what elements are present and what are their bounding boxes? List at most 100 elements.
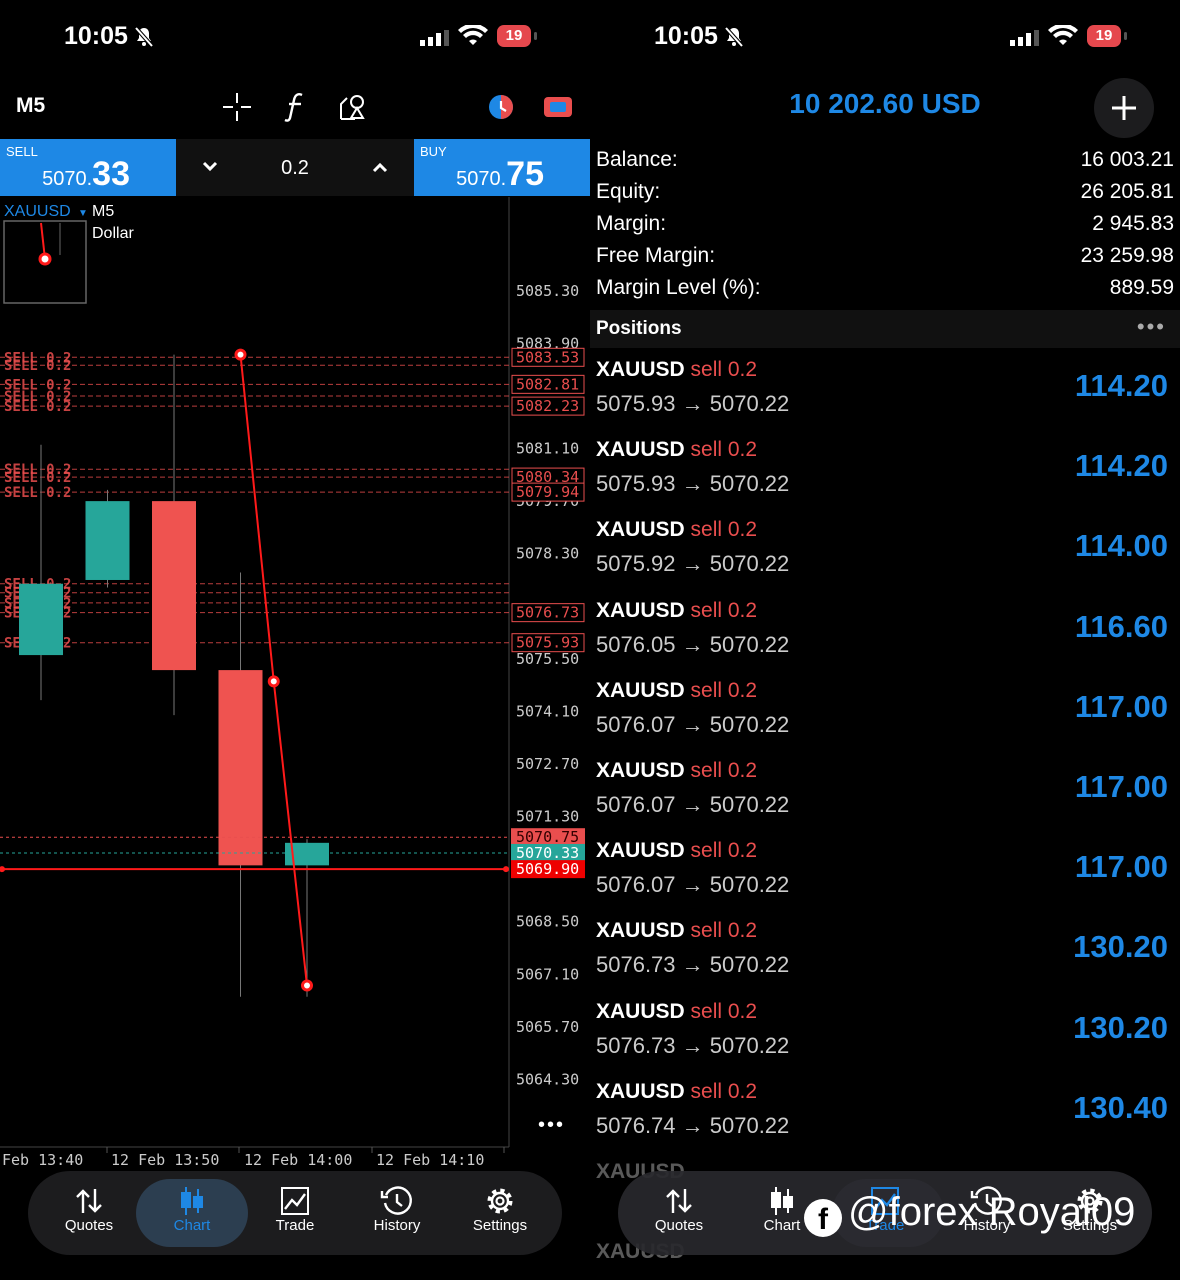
chart-screen: 10:05 19 M5 SELL 5070.33 0.2 BUY 5070.75… (0, 0, 590, 1280)
x-tick-label: 12 Feb 13:50 (111, 1151, 219, 1169)
volume-control: 0.2 (176, 139, 414, 196)
nav-quotes[interactable]: Quotes (37, 1185, 141, 1234)
nav-chart[interactable]: Chart (140, 1185, 244, 1234)
trade-panel-icon[interactable] (542, 92, 574, 122)
wifi-icon (458, 25, 488, 45)
one-click-trading-icon[interactable] (486, 92, 516, 122)
position-row[interactable]: XAUUSD sell 0.2 5075.93 → 5070.22 114.20 (596, 358, 1174, 438)
position-row[interactable]: XAUUSD sell 0.2 5076.74 → 5070.22 130.40 (596, 1080, 1174, 1160)
sell-price: 5070.33 (42, 155, 130, 193)
volume-increase-icon[interactable] (372, 161, 388, 173)
crosshair-icon[interactable] (222, 92, 252, 122)
nav-chart-label: Chart (763, 1217, 801, 1234)
summary-row: Margin Level (%): 889.59 (596, 276, 1174, 300)
position-symbol: XAUUSD sell 0.2 (596, 759, 758, 782)
summary-row: Equity: 26 205.81 (596, 180, 1174, 204)
candle-body[interactable] (19, 583, 63, 656)
buy-price: 5070.75 (456, 155, 544, 193)
candle-body[interactable] (218, 670, 263, 866)
position-profit: 130.20 (1073, 1009, 1168, 1045)
chart-more-icon[interactable]: ••• (538, 1114, 565, 1136)
position-symbol: XAUUSD sell 0.2 (596, 919, 758, 943)
trend-line-point[interactable] (267, 675, 280, 688)
summary-value: 26 205.81 (1080, 180, 1174, 203)
bottom-nav: Quotes Chart Trade History Settings (28, 1171, 562, 1255)
position-profit: 114.20 (1074, 448, 1168, 484)
position-prices: 5076.07 → 5070.22 (596, 711, 790, 737)
order-price-tag-text: 5079.94 (516, 483, 579, 501)
y-tick-label: 5065.70 (516, 1018, 579, 1036)
timeframe-selector[interactable]: M5 (16, 94, 45, 118)
position-row[interactable]: XAUUSD sell 0.2 5076.73 → 5070.22 130.20 (596, 1000, 1174, 1080)
candle-body[interactable] (152, 501, 196, 671)
buy-label: BUY (420, 144, 447, 159)
bell-muted-icon (134, 26, 154, 48)
position-row[interactable]: XAUUSD sell 0.2 5075.92 → 5070.22 114.00 (596, 518, 1174, 598)
y-tick-label: 5071.30 (516, 808, 579, 826)
facebook-icon: f (804, 1199, 842, 1237)
cell-signal-icon (1010, 30, 1039, 46)
y-tick-label: 5078.30 (516, 545, 579, 563)
position-row[interactable]: XAUUSD sell 0.2 5076.07 → 5070.22 117.00 (596, 759, 1174, 839)
position-row[interactable]: XAUUSD sell 0.2 5076.73 → 5070.22 130.20 (596, 919, 1174, 999)
battery-tip (534, 32, 537, 40)
position-profit: 130.40 (1073, 1089, 1168, 1125)
position-side: sell 0.2 (690, 759, 758, 782)
position-row[interactable]: XAUUSD sell 0.2 5075.93 → 5070.22 114.20 (596, 438, 1174, 518)
trend-line-point[interactable] (301, 979, 313, 992)
position-prices: 5076.74 → 5070.22 (596, 1112, 790, 1138)
position-symbol: XAUUSD sell 0.2 (596, 518, 758, 542)
indicator-f-icon[interactable] (282, 92, 308, 122)
positions-menu-icon[interactable]: ••• (1137, 314, 1166, 340)
y-tick-label: 5075.50 (516, 650, 579, 668)
position-symbol: XAUUSD sell 0.2 (596, 598, 758, 622)
nav-history-label: History (373, 1217, 421, 1234)
nav-chart-label: Chart (173, 1217, 211, 1234)
summary-value: 16 003.21 (1080, 148, 1174, 171)
positions-title: Positions (596, 318, 682, 339)
chart-symbol[interactable]: XAUUSD (4, 203, 71, 220)
nav-quotes[interactable]: Quotes (627, 1185, 731, 1234)
position-side: sell 0.2 (690, 678, 758, 702)
nav-settings[interactable]: Settings (448, 1185, 552, 1234)
sell-button[interactable]: SELL 5070.33 (0, 139, 176, 196)
symbol-dropdown-icon[interactable]: ▼ (78, 208, 88, 219)
summary-label: Free Margin: (596, 244, 716, 267)
position-prices: 5076.05 → 5070.22 (596, 631, 790, 657)
trend-line-point[interactable] (234, 348, 247, 361)
thumbnail-point (38, 252, 52, 266)
nav-trade[interactable]: Trade (243, 1185, 347, 1234)
level-handle[interactable] (503, 866, 509, 873)
position-row[interactable]: XAUUSD sell 0.2 5076.07 → 5070.22 117.00 (596, 679, 1174, 759)
order-price-tag-text: 5083.53 (516, 348, 579, 366)
position-profit: 114.00 (1074, 528, 1168, 564)
buy-button[interactable]: BUY 5070.75 (414, 139, 590, 196)
candle-body[interactable] (85, 501, 130, 580)
nav-settings-label: Settings (472, 1217, 528, 1234)
position-side: sell 0.2 (690, 999, 758, 1023)
sell-label: SELL (6, 144, 38, 159)
y-tick-label: 5074.10 (516, 702, 579, 720)
nav-quotes-label: Quotes (654, 1217, 704, 1234)
bell-muted-icon (724, 26, 744, 48)
order-price-tag-text: 5082.81 (516, 375, 579, 393)
objects-icon[interactable] (338, 92, 368, 122)
nav-history[interactable]: History (345, 1185, 449, 1234)
status-bar: 10:05 19 (0, 18, 590, 54)
position-profit: 116.60 (1074, 608, 1168, 644)
y-tick-label: 5072.70 (516, 755, 579, 773)
trend-chart-icon (281, 1187, 309, 1215)
position-row[interactable]: XAUUSD sell 0.2 5076.05 → 5070.22 116.60 (596, 599, 1174, 679)
new-order-button[interactable] (1094, 78, 1154, 138)
position-symbol: XAUUSD sell 0.2 (596, 999, 758, 1023)
position-prices: 5076.07 → 5070.22 (596, 792, 790, 817)
x-tick-label: Feb 13:40 (2, 1151, 83, 1169)
arrows-updown-icon (666, 1189, 692, 1213)
watermark: f @forex Royal09 (804, 1190, 1135, 1237)
position-side: sell 0.2 (690, 919, 758, 943)
account-balance-title[interactable]: 10 202.60 USD (590, 88, 1180, 120)
price-chart[interactable]: 5085.305083.905081.105079.705078.305075.… (0, 197, 590, 1172)
watermark-text: @forex Royal09 (848, 1190, 1136, 1234)
position-row[interactable]: XAUUSD sell 0.2 5076.07 → 5070.22 117.00 (596, 839, 1174, 919)
position-profit: 117.00 (1074, 769, 1168, 804)
